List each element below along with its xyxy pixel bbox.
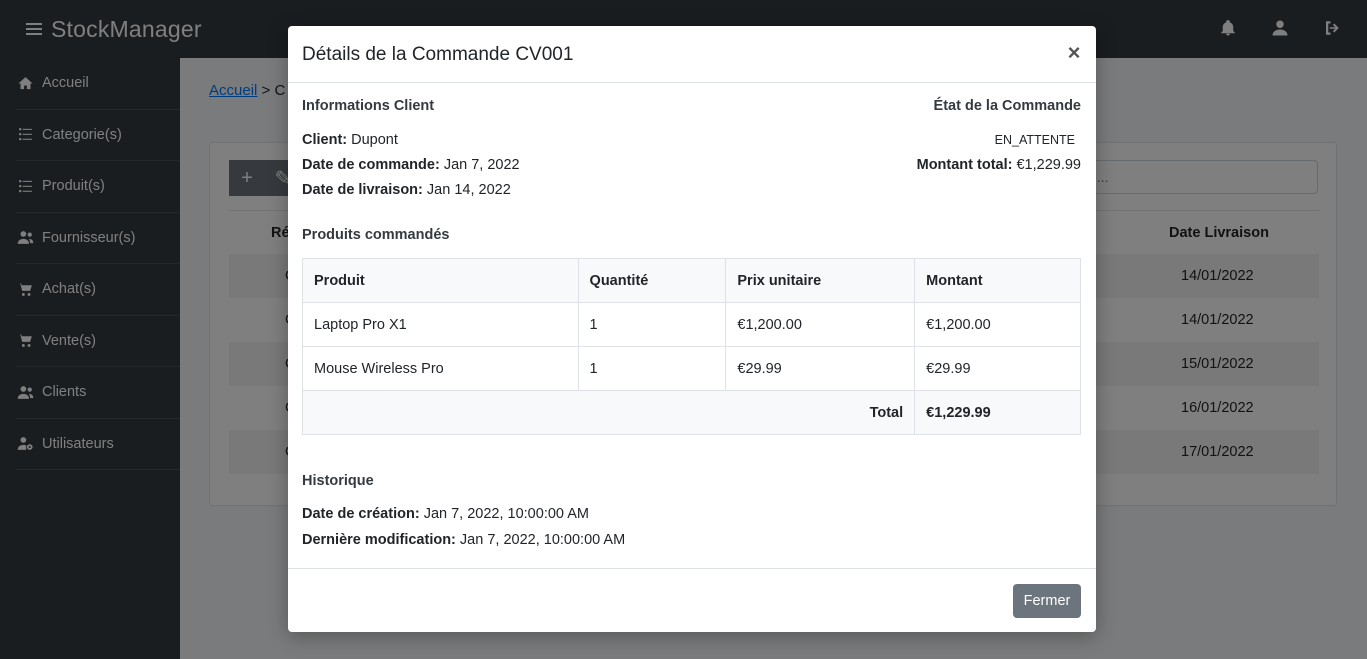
cell-unit-price: €1,200.00 xyxy=(725,302,916,347)
total-label: Total xyxy=(301,390,916,435)
total-value: €1,229.99 xyxy=(914,390,1081,435)
modal-body: Informations Client État de la Commande … xyxy=(288,83,1096,568)
cell-qty: 1 xyxy=(577,346,727,391)
products-table: Produit Quantité Prix unitaire Montant L… xyxy=(301,258,1081,435)
status-badge: EN_ATTENTE xyxy=(994,133,1075,147)
table-row: Mouse Wireless Pro 1 €29.99 €29.99 xyxy=(302,346,1081,391)
created-label: Date de création: xyxy=(302,506,420,522)
client-value: Dupont xyxy=(351,132,398,148)
history-heading: Historique xyxy=(302,473,374,489)
column-header-prix-unitaire: Prix unitaire xyxy=(725,258,916,303)
total-amount-label: Montant total: xyxy=(916,157,1013,173)
modal-footer: Fermer xyxy=(288,568,1096,632)
products-heading: Produits commandés xyxy=(302,227,450,243)
modified-label: Dernière modification: xyxy=(302,532,456,548)
created-value: Jan 7, 2022, 10:00:00 AM xyxy=(423,506,589,522)
modified-line: Dernière modification: Jan 7, 2022, 10:0… xyxy=(302,532,625,548)
delivery-date-value: Jan 14, 2022 xyxy=(426,182,511,198)
modified-value: Jan 7, 2022, 10:00:00 AM xyxy=(459,532,626,548)
total-row: Total €1,229.99 xyxy=(301,390,1081,435)
cell-product: Mouse Wireless Pro xyxy=(302,346,579,391)
close-button[interactable]: Fermer xyxy=(1013,584,1081,618)
column-header-montant: Montant xyxy=(914,258,1081,303)
column-header-produit: Produit xyxy=(302,258,579,303)
close-icon[interactable]: × xyxy=(1066,41,1082,65)
cell-unit-price: €29.99 xyxy=(725,346,916,391)
order-details-modal: Détails de la Commande CV001 × Informati… xyxy=(288,26,1096,632)
modal-title: Détails de la Commande CV001 xyxy=(302,44,574,65)
client-info-heading: Informations Client xyxy=(302,98,435,114)
client-label: Client: xyxy=(302,132,348,148)
cell-amount: €1,200.00 xyxy=(914,302,1081,347)
total-amount-line: Montant total: €1,229.99 xyxy=(917,157,1081,173)
order-status-heading: État de la Commande xyxy=(933,98,1081,114)
order-date-value: Jan 7, 2022 xyxy=(443,157,520,173)
products-table-header: Produit Quantité Prix unitaire Montant xyxy=(302,258,1081,303)
table-row: Laptop Pro X1 1 €1,200.00 €1,200.00 xyxy=(302,302,1081,347)
delivery-date-line: Date de livraison: Jan 14, 2022 xyxy=(302,182,511,198)
cell-amount: €29.99 xyxy=(914,346,1081,391)
column-header-quantite: Quantité xyxy=(577,258,727,303)
order-date-line: Date de commande: Jan 7, 2022 xyxy=(302,157,520,173)
order-date-label: Date de commande: xyxy=(302,157,440,173)
created-line: Date de création: Jan 7, 2022, 10:00:00 … xyxy=(302,506,589,522)
total-amount-value: €1,229.99 xyxy=(1016,157,1081,173)
delivery-date-label: Date de livraison: xyxy=(302,182,423,198)
modal-header: Détails de la Commande CV001 × xyxy=(288,26,1096,83)
cell-product: Laptop Pro X1 xyxy=(302,302,579,347)
client-line: Client: Dupont xyxy=(302,132,398,148)
cell-qty: 1 xyxy=(577,302,727,347)
